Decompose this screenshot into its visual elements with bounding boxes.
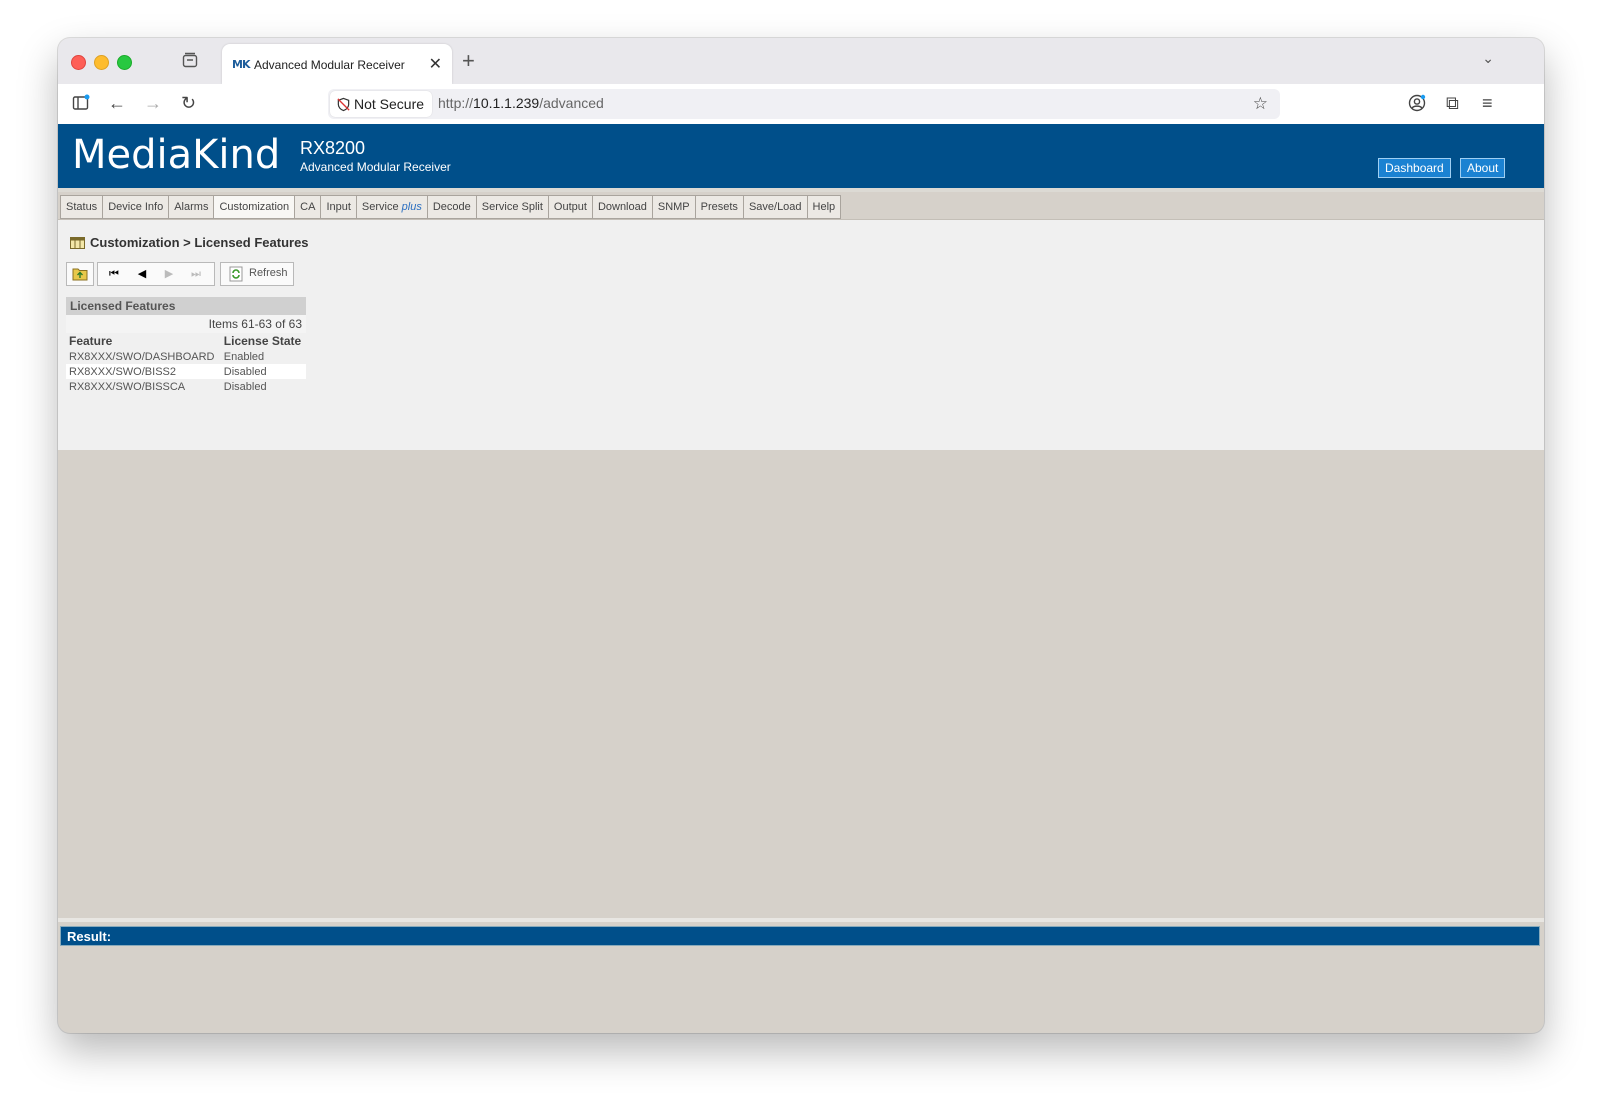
- refresh-label: Refresh: [249, 267, 288, 279]
- main-menu: Status Device Info Alarms Customization …: [58, 192, 1544, 220]
- license-state-cell: Disabled: [220, 364, 306, 379]
- refresh-icon: [229, 266, 243, 282]
- menu-service-split[interactable]: Service Split: [475, 195, 549, 219]
- menu-device-info[interactable]: Device Info: [102, 195, 170, 219]
- result-bar: Result:: [60, 926, 1540, 946]
- mediakind-favicon-icon: MK: [232, 58, 251, 71]
- account-icon[interactable]: [1408, 94, 1426, 112]
- previous-page-icon[interactable]: ◀: [134, 266, 150, 282]
- back-arrow-icon[interactable]: ←: [108, 94, 126, 112]
- menu-snmp[interactable]: SNMP: [651, 195, 696, 219]
- url-path: /advanced: [539, 95, 604, 111]
- new-tab-icon[interactable]: +: [462, 48, 475, 74]
- column-header-feature[interactable]: Feature: [66, 333, 221, 349]
- shield-crossed-icon: [337, 97, 350, 112]
- next-page-icon[interactable]: ▶: [161, 266, 177, 282]
- tab-title: Advanced Modular Receiver: [254, 58, 405, 72]
- feature-cell: RX8XXX/SWO/BISS2: [66, 364, 221, 379]
- tab-advanced-modular-receiver[interactable]: MK Advanced Modular Receiver ✕: [222, 44, 452, 84]
- menu-customization[interactable]: Customization: [213, 195, 296, 219]
- minimize-window-button[interactable]: [94, 55, 109, 70]
- license-state-cell: Disabled: [223, 380, 267, 393]
- table-row[interactable]: RX8XXX/SWO/BISSCA Disabled: [66, 379, 306, 394]
- first-page-icon[interactable]: ⏮: [106, 266, 122, 282]
- menu-ca[interactable]: CA: [294, 195, 322, 219]
- features-table: Feature License State RX8XXX/SWO/DASHBOA…: [66, 333, 306, 394]
- content-area: Customization > Licensed Features ⏮ ◀ ▶ …: [58, 220, 1544, 450]
- tab-strip: MK Advanced Modular Receiver ✕ + ⌄: [58, 38, 1544, 84]
- url-text[interactable]: http://10.1.1.239/advanced: [438, 95, 604, 111]
- pager-controls: ⏮ ◀ ▶ ⏭: [97, 262, 215, 286]
- menu-icon[interactable]: ≡: [1482, 94, 1493, 112]
- folder-up-icon: [72, 268, 88, 281]
- menu-decode[interactable]: Decode: [426, 195, 477, 219]
- result-divider: [58, 918, 1544, 922]
- table-icon: [70, 237, 85, 249]
- table-row[interactable]: RX8XXX/SWO/BISS2 Disabled: [66, 364, 306, 379]
- menu-service-label: Service: [361, 201, 399, 213]
- about-button[interactable]: About: [1460, 158, 1506, 178]
- url-prefix: http://: [438, 95, 474, 111]
- maximize-window-button[interactable]: [117, 55, 132, 70]
- refresh-button[interactable]: Refresh: [220, 262, 294, 286]
- items-count: Items 61-63 of 63: [66, 315, 306, 333]
- menu-status[interactable]: Status: [60, 195, 104, 219]
- licensed-features-panel: Licensed Features Items 61-63 of 63 Feat…: [66, 297, 306, 394]
- chevron-down-icon[interactable]: ⌄: [1482, 50, 1494, 67]
- address-bar[interactable]: Not Secure http://10.1.1.239/advanced ☆: [328, 89, 1280, 119]
- security-label: Not Secure: [354, 96, 425, 112]
- dashboard-button[interactable]: Dashboard: [1378, 158, 1451, 178]
- app-header: MediaKind RX8200 Advanced Modular Receiv…: [58, 124, 1544, 188]
- menu-input[interactable]: Input: [320, 195, 357, 219]
- menu-help[interactable]: Help: [806, 195, 842, 219]
- url-host: 10.1.1.239: [473, 95, 540, 111]
- menu-service-suffix: plus: [401, 201, 422, 213]
- product-subtitle: Advanced Modular Receiver: [300, 160, 451, 174]
- menu-service-plus[interactable]: Service plus: [355, 195, 428, 219]
- table-header-row: Feature License State: [66, 333, 306, 349]
- tab-overview-icon[interactable]: [182, 52, 198, 68]
- menu-alarms[interactable]: Alarms: [168, 195, 215, 219]
- extensions-icon[interactable]: ⧉: [1446, 94, 1459, 112]
- not-secure-indicator[interactable]: Not Secure: [330, 91, 433, 117]
- panel-title: Licensed Features: [66, 297, 306, 315]
- close-window-button[interactable]: [71, 55, 86, 70]
- sidebar-icon[interactable]: [72, 94, 90, 112]
- table-row[interactable]: RX8XXX/SWO/DASHBOARD Enabled: [66, 349, 306, 364]
- menu-presets[interactable]: Presets: [694, 195, 744, 219]
- license-state-cell: Enabled: [223, 350, 265, 363]
- breadcrumb: Customization > Licensed Features: [70, 235, 309, 250]
- menu-download[interactable]: Download: [591, 195, 653, 219]
- breadcrumb-text: Customization > Licensed Features: [90, 235, 309, 250]
- last-page-icon[interactable]: ⏭: [188, 266, 204, 282]
- browser-window: MK Advanced Modular Receiver ✕ + ⌄ ← → ↻…: [58, 38, 1544, 1033]
- up-level-button[interactable]: [66, 262, 94, 286]
- bookmark-star-icon[interactable]: ☆: [1253, 94, 1268, 114]
- tab-close-icon[interactable]: ✕: [429, 54, 442, 74]
- feature-cell: RX8XXX/SWO/BISSCA: [69, 380, 186, 393]
- forward-arrow-icon[interactable]: →: [144, 94, 162, 112]
- product-name: RX8200: [300, 138, 366, 158]
- mediakind-logo: MediaKind: [72, 132, 281, 178]
- column-header-license-state[interactable]: License State: [221, 333, 306, 349]
- navigation-bar: ← → ↻ Not Secure http://10.1.1.239/advan…: [58, 84, 1544, 125]
- feature-cell: RX8XXX/SWO/DASHBOARD: [69, 350, 215, 363]
- reload-icon[interactable]: ↻: [181, 94, 196, 112]
- menu-output[interactable]: Output: [547, 195, 593, 219]
- menu-save-load[interactable]: Save/Load: [742, 195, 808, 219]
